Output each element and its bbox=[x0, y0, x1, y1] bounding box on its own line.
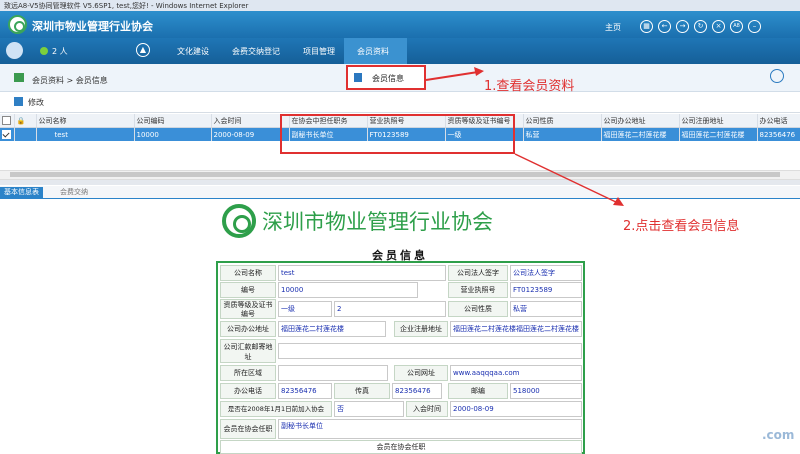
association-name: 深圳市物业管理行业协会 bbox=[262, 210, 493, 234]
label-legal-rep: 公司法人签字 bbox=[448, 265, 508, 281]
label-qualification: 资质等级及证书编号 bbox=[220, 299, 276, 319]
fax-field[interactable]: 82356476 bbox=[392, 383, 442, 399]
code-field[interactable]: 10000 bbox=[278, 282, 418, 298]
annotation-step2: 2.点击查看会员信息 bbox=[623, 219, 740, 234]
label-company-name: 公司名称 bbox=[220, 265, 276, 281]
label-office-phone: 办公电话 bbox=[220, 383, 276, 399]
joined-2008-field[interactable]: 否 bbox=[334, 401, 404, 417]
annotation-step1: 1.查看会员资料 bbox=[484, 79, 575, 94]
office-phone-field[interactable]: 82356476 bbox=[278, 383, 332, 399]
label-code: 编号 bbox=[220, 282, 276, 298]
postcode-field[interactable]: 518000 bbox=[510, 383, 582, 399]
association-logo-icon bbox=[222, 204, 256, 238]
watermark: .com bbox=[762, 428, 795, 442]
registered-address-field[interactable]: 福田莲花二村莲花楼福田莲花二村莲花楼 bbox=[450, 321, 582, 337]
mailing-address-field[interactable] bbox=[278, 343, 582, 359]
join-date-field[interactable]: 2000-08-09 bbox=[450, 401, 582, 417]
label-nature: 公司性质 bbox=[448, 301, 508, 317]
qualification-level-field[interactable]: 一级 bbox=[278, 301, 332, 317]
region-field[interactable] bbox=[278, 365, 388, 381]
website-field[interactable]: www.aaqqqaa.com bbox=[450, 365, 582, 381]
legal-rep-field[interactable]: 公司法人签字 bbox=[510, 265, 582, 281]
license-field[interactable]: FT0123589 bbox=[510, 282, 582, 298]
label-mailing-address: 公司汇款邮寄地址 bbox=[220, 339, 276, 363]
label-website: 公司网址 bbox=[394, 365, 448, 381]
label-position: 会员在协会任职 bbox=[220, 419, 276, 439]
label-office-address: 公司办公地址 bbox=[220, 321, 276, 337]
nature-field[interactable]: 私营 bbox=[510, 301, 582, 317]
label-registered-address: 企业注册地址 bbox=[394, 321, 448, 337]
office-address-field[interactable]: 福田莲花二村莲花楼 bbox=[278, 321, 386, 337]
position-field[interactable]: 副秘书长单位 bbox=[278, 419, 582, 439]
label-region: 所在区域 bbox=[220, 365, 276, 381]
label-fax: 传真 bbox=[334, 383, 390, 399]
label-postcode: 邮编 bbox=[448, 383, 508, 399]
label-license: 营业执照号 bbox=[448, 282, 508, 298]
company-name-field[interactable]: test bbox=[278, 265, 446, 281]
section-position-title: 会员在协会任职 bbox=[220, 440, 582, 454]
qualification-cert-field[interactable]: 2 bbox=[334, 301, 446, 317]
member-info-form: 公司名称 test 公司法人签字 公司法人签字 编号 10000 营业执照号 F… bbox=[216, 261, 585, 454]
label-joined-2008: 是否在2008年1月1日前加入协会 bbox=[220, 401, 332, 417]
label-join-date: 入会时间 bbox=[406, 401, 448, 417]
